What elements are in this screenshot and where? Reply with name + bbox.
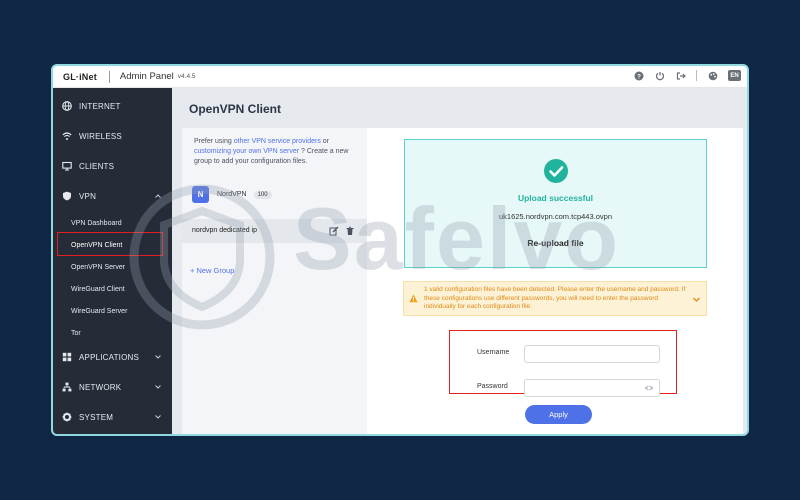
prefer-text-part: or (320, 138, 330, 145)
sidebar-item-network[interactable]: NETWORK (53, 372, 172, 402)
subitem-label: VPN Dashboard (71, 219, 122, 227)
network-icon (62, 382, 72, 392)
check-circle-icon (544, 159, 568, 183)
apply-button[interactable]: Apply (525, 405, 592, 424)
brand-logo: GL·iNet (63, 71, 97, 82)
sidebar-item-label: VPN (79, 191, 97, 201)
main-content: OpenVPN Client Prefer using other VPN se… (172, 88, 747, 434)
sidebar-subitem-vpn-dashboard[interactable]: VPN Dashboard (53, 212, 172, 234)
help-icon[interactable]: ? (633, 70, 644, 81)
monitor-icon (62, 161, 72, 171)
theme-icon[interactable] (707, 70, 718, 81)
page-title: OpenVPN Client (189, 102, 282, 116)
chevron-up-icon (155, 194, 161, 198)
sidebar-subitem-openvpn-server[interactable]: OpenVPN Server (53, 256, 172, 278)
shield-icon (62, 191, 72, 201)
sidebar-subitem-tor[interactable]: Tor (53, 322, 172, 344)
highlight-box-openvpn-client (57, 232, 163, 256)
language-button[interactable]: EN (728, 70, 741, 81)
customize-link[interactable]: customizing your own VPN server (194, 148, 299, 155)
upload-area[interactable]: Upload successful uk1625.nordvpn.com.tcp… (404, 139, 707, 268)
eye-icon[interactable] (644, 383, 654, 393)
group-item-nordvpn[interactable]: N NordVPN 100 (192, 186, 272, 203)
delete-icon[interactable] (345, 226, 355, 236)
svg-text:?: ? (637, 73, 641, 80)
sidebar-subitem-wireguard-server[interactable]: WireGuard Server (53, 300, 172, 322)
sidebar: INTERNET WIRELESS CLIENTS VPN VPN Dashbo… (53, 88, 172, 434)
divider (696, 70, 697, 81)
prefer-text-part: Prefer using (194, 138, 234, 145)
logout-icon[interactable] (675, 70, 686, 81)
sidebar-item-label: SYSTEM (79, 412, 114, 422)
username-label: Username (477, 349, 510, 356)
sidebar-item-clients[interactable]: CLIENTS (53, 151, 172, 181)
subitem-label: WireGuard Server (71, 307, 128, 315)
chevron-down-icon (155, 415, 161, 419)
divider (108, 70, 110, 83)
reupload-button[interactable]: Re-upload file (405, 238, 706, 248)
top-icons: ? EN (633, 70, 741, 81)
config-name: nordvpn dedicated ip (192, 227, 257, 234)
group-name: NordVPN (217, 191, 247, 198)
prefer-text: Prefer using other VPN service providers… (194, 137, 359, 167)
top-bar: GL·iNet Admin Panel v4.4.5 ? EN (53, 66, 747, 88)
password-input[interactable] (524, 379, 660, 397)
group-panel: Prefer using other VPN service providers… (182, 128, 367, 434)
group-badge: N (192, 186, 209, 203)
upload-file-name: uk1625.nordvpn.com.tcp443.ovpn (499, 212, 612, 221)
subitem-label: OpenVPN Server (71, 263, 126, 271)
username-input[interactable] (524, 345, 660, 363)
password-label: Password (477, 383, 508, 390)
chevron-down-icon (155, 355, 161, 359)
sidebar-item-wireless[interactable]: WIRELESS (53, 121, 172, 151)
subitem-label: WireGuard Client (71, 285, 125, 293)
chevron-down-icon (155, 385, 161, 389)
sidebar-item-label: WIRELESS (79, 131, 122, 141)
gear-icon (62, 412, 72, 422)
sidebar-item-label: NETWORK (79, 382, 122, 392)
sidebar-item-vpn[interactable]: VPN (53, 181, 172, 211)
providers-link[interactable]: other VPN service providers (234, 138, 321, 145)
new-group-button[interactable]: + New Group (190, 266, 234, 275)
group-count: 100 (253, 190, 272, 199)
warning-icon (409, 294, 418, 303)
admin-window: GL·iNet Admin Panel v4.4.5 ? EN INTERNET… (51, 64, 749, 436)
config-row[interactable]: nordvpn dedicated ip (182, 219, 367, 243)
sidebar-item-label: APPLICATIONS (79, 352, 140, 362)
subitem-label: Tor (71, 329, 81, 337)
edit-icon[interactable] (329, 226, 339, 236)
reboot-icon[interactable] (654, 70, 665, 81)
sidebar-item-system[interactable]: SYSTEM (53, 402, 172, 432)
upload-status: Upload successful (517, 193, 594, 203)
wifi-icon (62, 131, 72, 141)
version-label: v4.4.5 (177, 73, 196, 80)
grid-icon (62, 352, 72, 362)
sidebar-item-label: INTERNET (79, 101, 121, 111)
warning-banner: 1 valid configuration files have been de… (403, 281, 707, 316)
warning-text: 1 valid configuration files have been de… (424, 286, 686, 310)
sidebar-item-label: CLIENTS (79, 161, 115, 171)
chevron-down-icon[interactable] (692, 295, 701, 304)
globe-icon (62, 101, 72, 111)
config-panel: Upload successful uk1625.nordvpn.com.tcp… (367, 128, 743, 434)
sidebar-subitem-wireguard-client[interactable]: WireGuard Client (53, 278, 172, 300)
sidebar-item-internet[interactable]: INTERNET (53, 91, 172, 121)
sidebar-item-applications[interactable]: APPLICATIONS (53, 342, 172, 372)
app-title: Admin Panel (119, 71, 174, 82)
